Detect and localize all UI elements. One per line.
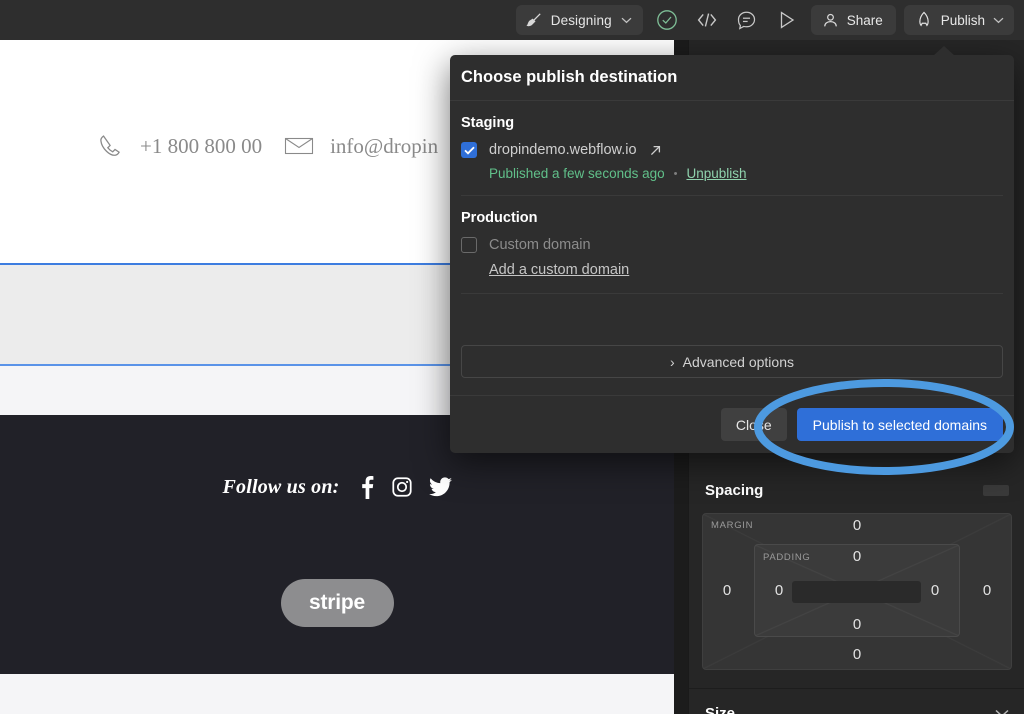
production-heading: Production	[461, 210, 1003, 226]
margin-right-value[interactable]: 0	[983, 582, 991, 599]
publish-button[interactable]: Publish	[904, 5, 1014, 35]
custom-domain-label: Custom domain	[489, 237, 591, 253]
margin-bottom-value[interactable]: 0	[853, 646, 861, 663]
margin-left-value[interactable]: 0	[723, 582, 731, 599]
padding-bottom-value[interactable]: 0	[853, 616, 861, 633]
dialog-caret	[933, 46, 955, 56]
email-address: info@dropin	[330, 134, 438, 159]
custom-domain-checkbox[interactable]	[461, 237, 477, 253]
padding-left-value[interactable]: 0	[775, 582, 783, 599]
padding-top-value[interactable]: 0	[853, 548, 861, 565]
spacing-widget[interactable]: MARGIN PADDING 0 0 0 0 0 0 0 0	[702, 513, 1012, 670]
follow-row: Follow us on:	[0, 475, 674, 499]
preview-play-icon[interactable]	[771, 5, 803, 35]
phone-contact[interactable]: +1 800 800 00	[96, 132, 262, 160]
phone-number: +1 800 800 00	[140, 134, 262, 159]
toolbar-left-spacer	[0, 0, 516, 40]
envelope-icon	[284, 134, 314, 158]
twitter-icon[interactable]	[429, 477, 452, 497]
phone-icon	[96, 132, 124, 160]
custom-domain-row[interactable]: Custom domain	[461, 237, 1003, 253]
mode-label: Designing	[551, 13, 612, 28]
padding-label: PADDING	[763, 552, 810, 563]
webflow-designer-window: +1 800 800 00 info@dropin Follow us on:	[0, 0, 1024, 714]
mode-selector[interactable]: Designing	[516, 5, 643, 35]
advanced-options-button[interactable]: › Advanced options	[461, 345, 1003, 378]
code-icon[interactable]	[691, 5, 723, 35]
spacing-unit-toggle[interactable]	[983, 485, 1009, 496]
spacing-heading: Spacing	[705, 482, 763, 499]
close-button[interactable]: Close	[721, 408, 787, 441]
production-section: Production Custom domain Add a custom do…	[450, 196, 1014, 294]
margin-label: MARGIN	[711, 520, 753, 531]
external-link-icon[interactable]	[649, 144, 662, 157]
site-footer-dark-band: Follow us on:	[0, 415, 674, 674]
spacing-content-bar	[792, 581, 921, 603]
spacing-section-header[interactable]: Spacing	[689, 478, 1024, 502]
publish-to-selected-domains-button[interactable]: Publish to selected domains	[797, 408, 1003, 441]
staging-section: Staging dropindemo.webflow.io Published …	[450, 101, 1014, 196]
facebook-icon[interactable]	[358, 475, 375, 499]
size-heading: Size	[705, 705, 735, 714]
chevron-down-icon	[993, 17, 1004, 24]
staging-domain-checkbox[interactable]	[461, 142, 477, 158]
unpublish-link[interactable]: Unpublish	[686, 166, 746, 181]
rocket-icon	[915, 11, 933, 29]
publish-destination-dialog[interactable]: Choose publish destination Staging dropi…	[450, 55, 1014, 453]
staging-domain-name[interactable]: dropindemo.webflow.io	[489, 142, 637, 158]
designer-toolbar: Designing	[0, 0, 1024, 40]
section-divider-2	[461, 293, 1003, 294]
staging-heading: Staging	[461, 115, 1003, 131]
dialog-footer: Close Publish to selected domains	[450, 395, 1014, 453]
size-section-header[interactable]: Size	[689, 701, 1024, 714]
stripe-button-wrap: stripe	[0, 579, 674, 627]
person-icon	[822, 12, 839, 29]
panel-divider	[689, 688, 1024, 689]
publish-label: Publish	[941, 13, 985, 28]
padding-right-value[interactable]: 0	[931, 582, 939, 599]
chevron-right-icon: ›	[670, 354, 675, 370]
dialog-title: Choose publish destination	[450, 55, 1014, 101]
margin-top-value[interactable]: 0	[853, 517, 861, 534]
separator-dot: •	[674, 168, 678, 180]
toolbar-controls: Designing	[516, 5, 1024, 35]
chevron-down-icon[interactable]	[995, 709, 1009, 714]
canvas-bottom-spacer	[0, 674, 674, 714]
publish-status-text: Published a few seconds ago	[489, 166, 665, 181]
follow-us-label: Follow us on:	[222, 476, 339, 499]
staging-status-row: Published a few seconds ago • Unpublish	[461, 166, 1003, 181]
chevron-down-icon	[621, 17, 632, 24]
add-custom-domain-link[interactable]: Add a custom domain	[489, 262, 629, 278]
share-label: Share	[847, 13, 883, 28]
advanced-options-label: Advanced options	[683, 354, 794, 370]
email-contact[interactable]: info@dropin	[284, 134, 438, 159]
stripe-button[interactable]: stripe	[281, 579, 394, 627]
social-icons	[358, 475, 452, 499]
staging-domain-row[interactable]: dropindemo.webflow.io	[461, 142, 1003, 158]
paintbrush-icon	[526, 12, 542, 28]
check-circle-icon[interactable]	[651, 5, 683, 35]
instagram-icon[interactable]	[391, 476, 413, 498]
comment-icon[interactable]	[731, 5, 763, 35]
share-button[interactable]: Share	[811, 5, 896, 35]
